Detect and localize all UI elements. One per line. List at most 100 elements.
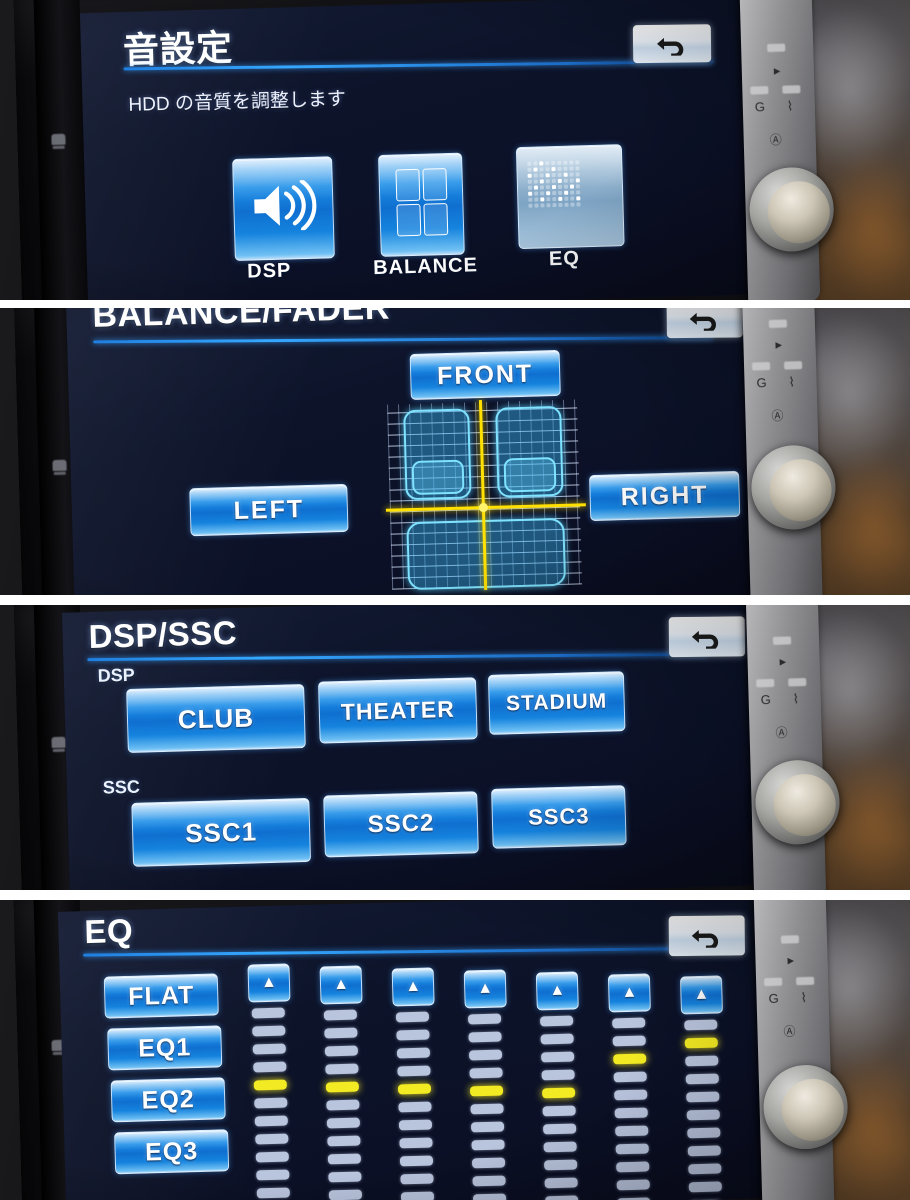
triangle-up-icon: ▲ [693,985,710,1004]
panel-separator-1 [0,300,910,308]
eq-band-3-segment-2 [396,1029,430,1041]
eq-band-1-segment-5 [253,1079,287,1091]
eq-band-2-segment-11 [328,1189,363,1200]
eq-preset-flat[interactable]: FLAT [103,973,219,1019]
eq-band-7-slider[interactable] [684,1019,724,1200]
left-button[interactable]: LEFT [189,483,349,537]
eq-band-3-segment-3 [396,1047,431,1059]
back-button[interactable] [666,308,743,339]
power-icon: Ⓐ [783,1024,796,1039]
home-icon[interactable] [51,133,66,146]
balance-button-label: BALANCE [372,254,479,280]
eq-band-6-segment-10 [616,1179,650,1191]
eq-band-3-slider[interactable] [395,1011,436,1200]
right-hardware-bezel: ▸ G ⌇ Ⓐ [741,308,837,595]
page-subtitle: HDD の音質を調整します [128,88,347,116]
triangle-up-icon: ▲ [549,981,566,1000]
eq-band-4-segment-5 [469,1085,504,1097]
eq-preset-eq2[interactable]: EQ2 [110,1077,226,1123]
dsp-group-label: DSP [97,664,136,686]
hw-button-2[interactable] [756,678,775,688]
eq-band-6-segment-8 [615,1143,649,1155]
eq-button[interactable] [515,144,625,250]
dsp-preset-club[interactable]: CLUB [126,684,306,753]
page-title: BALANCE/FADER [91,308,391,335]
eq-band-7-segment-9 [688,1163,722,1175]
home-icon[interactable] [52,459,67,472]
eq-band-5-segment-9 [544,1159,578,1171]
right-button[interactable]: RIGHT [589,470,741,522]
eq-band-4-slider[interactable] [467,1013,508,1200]
ssc-preset-1[interactable]: SSC1 [131,797,312,867]
ssc-preset-2[interactable]: SSC2 [323,791,479,858]
eq-band-2-segment-9 [327,1153,362,1165]
hw-button-2[interactable] [750,86,769,95]
front-button[interactable]: FRONT [409,349,561,401]
page-title: EQ [83,911,134,951]
panel-separator-2 [0,595,910,605]
back-button[interactable] [668,616,746,658]
eq-band-2-segment-3 [324,1045,359,1057]
lcd-screen: BALANCE/FADER FRONT LEFT RIGHT [66,308,752,595]
dsp-preset-stadium[interactable]: STADIUM [487,671,626,735]
eq-band-4-segment-3 [468,1049,503,1061]
balance-button[interactable] [378,152,465,257]
eq-band-7-up-button[interactable]: ▲ [679,975,723,1015]
power-icon: Ⓐ [775,725,788,740]
seat-balance-diagram[interactable] [385,399,586,591]
hw-button-3[interactable] [796,976,815,986]
hw-button-1[interactable] [767,43,786,53]
ssc-preset-3[interactable]: SSC3 [491,785,627,849]
back-button[interactable] [668,915,746,957]
panel-sound-settings: 音設定 HDD の音質を調整します DSP BALANCE EQ ▸ G ⌇ Ⓐ [0,0,910,300]
eq-preset-eq3[interactable]: EQ3 [114,1129,230,1175]
hw-button-2[interactable] [751,362,771,371]
eq-button-label: EQ [548,247,581,271]
seat-front-right [495,405,564,498]
g-icon: G [760,691,772,708]
eq-band-5-up-button[interactable]: ▲ [535,971,579,1011]
seat-front-left [403,408,472,501]
eq-band-1-up-button[interactable]: ▲ [247,963,291,1003]
eq-preset-eq1[interactable]: EQ1 [107,1025,223,1071]
right-hardware-bezel: ▸ G ⌇ Ⓐ [753,900,849,1200]
eq-band-5-slider[interactable] [540,1015,580,1200]
eq-band-6-slider[interactable] [612,1017,652,1200]
eq-band-5-segment-4 [541,1069,575,1081]
dsp-button[interactable] [232,156,335,262]
eq-band-1-segment-1 [251,1007,285,1019]
dsp-preset-theater[interactable]: THEATER [317,677,478,744]
eq-band-4-segment-11 [472,1193,507,1200]
panel-dsp-ssc: DSP/SSC DSP CLUB THEATER STADIUM SSC SSC… [0,605,910,890]
eq-band-3-segment-5 [397,1083,432,1095]
eq-band-2-slider[interactable] [323,1009,364,1200]
eq-band-2-segment-7 [326,1117,361,1129]
play-icon: ▸ [773,62,781,78]
eq-band-5-segment-2 [540,1033,574,1045]
hw-button-3[interactable] [782,85,801,94]
hw-button-2[interactable] [764,977,783,987]
eq-band-6-up-button[interactable]: ▲ [607,973,651,1013]
eq-band-7-segment-10 [688,1181,722,1193]
eq-band-7-segment-5 [686,1091,720,1103]
home-icon[interactable] [51,736,66,749]
g-icon: G [768,990,779,1007]
eq-band-1-slider[interactable] [251,1007,292,1200]
eq-band-3-up-button[interactable]: ▲ [391,967,435,1007]
return-arrow-icon [691,630,719,649]
return-arrow-icon [689,312,716,331]
hw-button-1[interactable] [768,319,788,329]
hw-button-1[interactable] [772,636,792,645]
eq-band-4-up-button[interactable]: ▲ [463,969,507,1009]
hw-button-3[interactable] [783,361,803,370]
eq-band-2-segment-6 [326,1099,360,1111]
panel-separator-3 [0,890,910,900]
g-icon: G [754,99,766,115]
power-icon: Ⓐ [769,132,782,148]
hw-button-3[interactable] [788,677,807,687]
eq-band-2-up-button[interactable]: ▲ [319,965,363,1005]
triangle-up-icon: ▲ [477,979,494,998]
eq-band-1-segment-7 [254,1115,288,1127]
hw-button-1[interactable] [780,935,800,944]
back-button[interactable] [632,24,712,64]
